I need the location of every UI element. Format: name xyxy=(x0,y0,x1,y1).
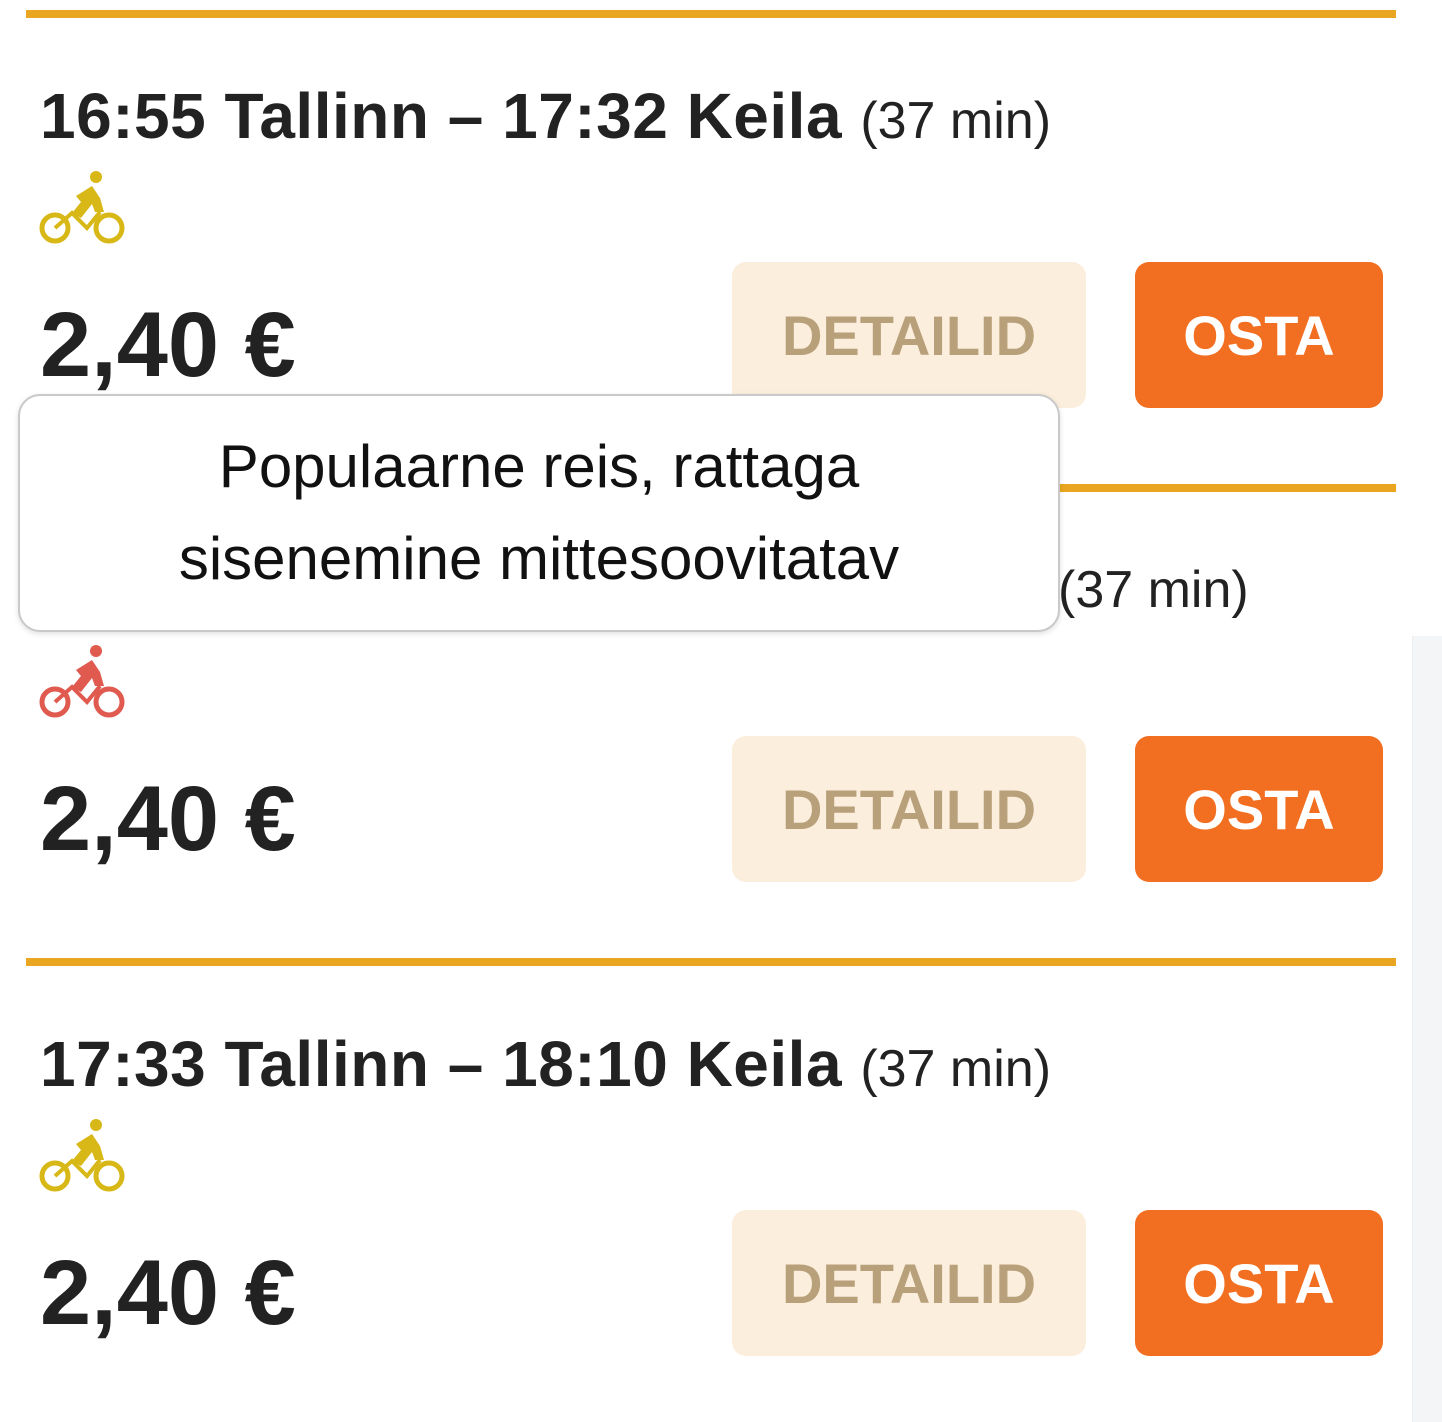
buy-button[interactable]: OSTA xyxy=(1135,736,1383,882)
trip-duration: (37 min) xyxy=(1058,561,1249,619)
bike-warning-tooltip: Populaarne reis, rattaga sisenemine mitt… xyxy=(18,394,1060,632)
trip-route: 16:55 Tallinn – 17:32 Keila xyxy=(40,80,843,152)
tooltip-line: sisenemine mittesoovitatav xyxy=(178,525,900,592)
details-button[interactable]: DETAILID xyxy=(732,262,1086,408)
scroll-area xyxy=(1412,636,1442,1422)
buy-button[interactable]: OSTA xyxy=(1135,262,1383,408)
bicycle-icon[interactable] xyxy=(38,168,130,248)
buy-button[interactable]: OSTA xyxy=(1135,1210,1383,1356)
bicycle-icon[interactable] xyxy=(38,642,130,722)
trip-title: 17:33 Tallinn – 18:10 Keila (37 min) xyxy=(40,1028,1051,1105)
trip-divider xyxy=(26,958,1396,966)
trip-route: 17:33 Tallinn – 18:10 Keila xyxy=(40,1028,843,1100)
trip-duration: (37 min) xyxy=(860,1040,1052,1098)
trip-title: 16:55 Tallinn – 17:32 Keila (37 min) xyxy=(40,80,1051,157)
trip-price: 2,40 € xyxy=(40,768,296,870)
trip-price: 2,40 € xyxy=(40,1242,296,1344)
trip-duration: (37 min) xyxy=(860,92,1052,150)
trip-price: 2,40 € xyxy=(40,294,296,396)
details-button[interactable]: DETAILID xyxy=(732,1210,1086,1356)
bicycle-icon[interactable] xyxy=(38,1116,130,1196)
trip-card: 17:33 Tallinn – 18:10 Keila (37 min) 2,4… xyxy=(0,948,1412,1422)
tooltip-line: Populaarne reis, rattaga xyxy=(218,433,860,500)
trip-divider xyxy=(26,10,1396,18)
details-button[interactable]: DETAILID xyxy=(732,736,1086,882)
